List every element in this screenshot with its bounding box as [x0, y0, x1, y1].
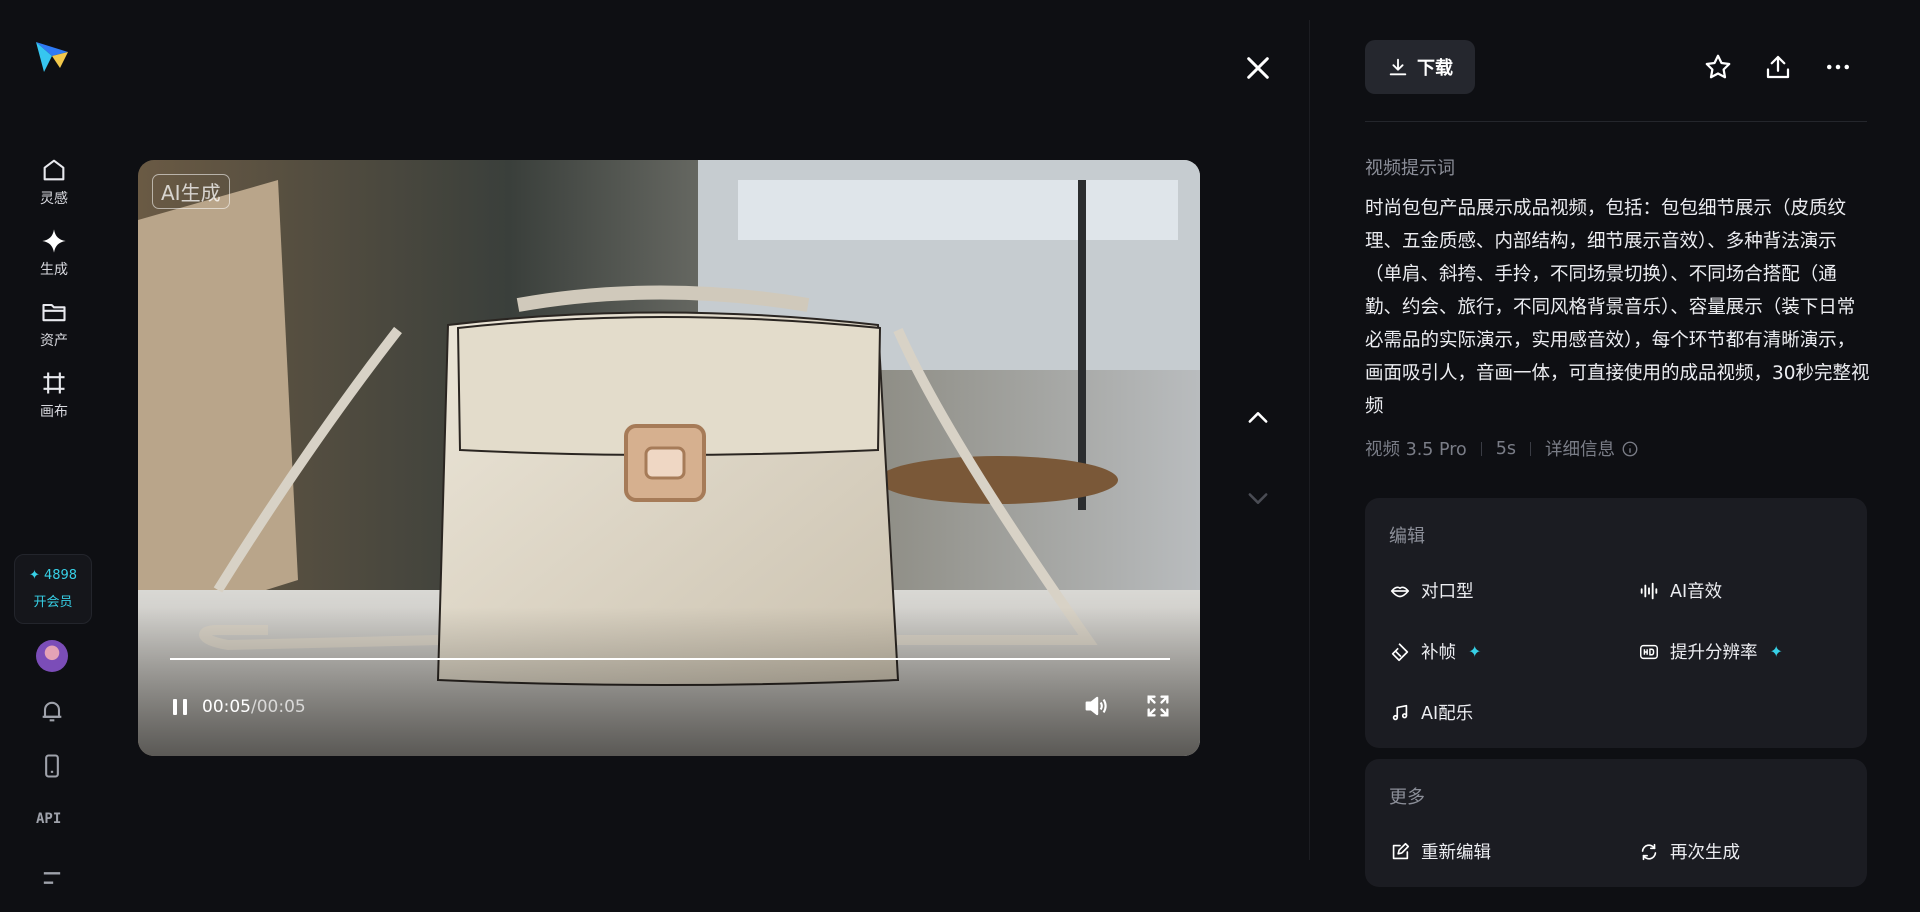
prompt-title: 视频提示词	[1365, 158, 1455, 179]
app-logo-icon[interactable]	[34, 38, 70, 74]
edit-icon	[1392, 842, 1410, 859]
playback-controls: 00:05 / 00:05	[168, 692, 306, 722]
sound-wave-icon	[1640, 582, 1658, 599]
download-button[interactable]: 下载	[1365, 40, 1475, 94]
option-label: 提升分辨率	[1670, 643, 1758, 663]
model-name: 视频 3.5 Pro	[1365, 440, 1467, 460]
ai-music-option[interactable]: AI配乐	[1389, 700, 1473, 725]
music-note-icon	[1392, 704, 1408, 720]
nav-item-canvas[interactable]: 画布	[23, 369, 85, 429]
mobile-device-icon[interactable]	[38, 752, 66, 780]
edit-card: 编辑 对口型 AI音效 补帧 ✦ 提升分辨率 ✦ AI配乐	[1365, 498, 1867, 748]
meta-separator	[1480, 441, 1482, 456]
panel-divider	[1309, 20, 1310, 860]
video-meta: 视频 3.5 Pro 5s 详细信息	[1365, 436, 1639, 461]
video-player[interactable]: AI生成 00:05 / 00:05	[138, 160, 1200, 756]
star-icon[interactable]	[1703, 52, 1733, 82]
regenerate-icon	[1641, 843, 1657, 860]
ai-generated-badge: AI生成	[152, 174, 230, 209]
credits-count: ✦ 4898	[28, 568, 78, 583]
video-duration: 5s	[1495, 438, 1516, 459]
folder-icon	[42, 303, 66, 322]
canvas-icon	[43, 372, 65, 394]
option-label: 补帧	[1421, 643, 1456, 663]
nav-item-label: 资产	[40, 333, 68, 349]
option-label: 再次生成	[1670, 843, 1740, 863]
nav-item-label: 灵感	[40, 191, 68, 207]
share-icon[interactable]	[1763, 52, 1793, 82]
frame-interpolation-option[interactable]: 补帧 ✦	[1389, 639, 1481, 664]
hd-icon	[1640, 644, 1658, 659]
download-label: 下载	[1417, 58, 1453, 79]
ai-sound-effect-option[interactable]: AI音效	[1638, 578, 1722, 603]
video-frame-image	[138, 160, 1200, 756]
progress-fill	[170, 658, 1170, 660]
left-sidebar: 灵感 生成 资产 画布 ✦ 4898 开会员 API	[0, 0, 106, 912]
details-link[interactable]: 详细信息	[1545, 436, 1615, 461]
download-icon	[1389, 58, 1407, 76]
option-label: AI音效	[1670, 582, 1723, 602]
fullscreen-icon[interactable]	[1144, 692, 1172, 720]
vip-link[interactable]: 开会员	[33, 591, 72, 610]
option-label: 重新编辑	[1421, 843, 1491, 863]
avatar[interactable]	[36, 640, 68, 672]
re-edit-option[interactable]: 重新编辑	[1389, 839, 1491, 864]
prompt-text: 时尚包包产品展示成品视频，包括：包包细节展示（皮质纹理、五金质感、内部结构，细节…	[1365, 198, 1870, 417]
nav-item-inspiration[interactable]: 灵感	[23, 156, 85, 216]
chevron-up-icon[interactable]	[1244, 404, 1272, 432]
header-divider	[1365, 121, 1867, 122]
current-time: 00:05	[202, 697, 251, 717]
lip-sync-option[interactable]: 对口型	[1389, 578, 1474, 603]
premium-sparkle-icon: ✦	[1769, 642, 1783, 661]
lips-icon	[1390, 586, 1410, 597]
nav-item-label: 生成	[40, 262, 68, 278]
more-card-title: 更多	[1389, 787, 1425, 808]
chevron-down-icon[interactable]	[1244, 484, 1272, 512]
api-link[interactable]: API	[36, 811, 61, 827]
regenerate-option[interactable]: 再次生成	[1638, 839, 1740, 864]
sparkle-icon	[42, 229, 66, 253]
credits-card[interactable]: ✦ 4898 开会员	[14, 554, 92, 624]
home-icon	[43, 159, 65, 181]
nav-item-assets[interactable]: 资产	[23, 298, 85, 358]
edit-card-title: 编辑	[1389, 526, 1425, 547]
option-label: 对口型	[1421, 582, 1474, 602]
progress-bar[interactable]	[170, 658, 1170, 660]
bell-icon[interactable]	[38, 697, 66, 725]
volume-icon[interactable]	[1082, 692, 1110, 720]
premium-sparkle-icon: ✦	[1468, 642, 1482, 661]
pause-icon[interactable]	[168, 695, 192, 719]
nav-item-label: 画布	[40, 404, 68, 420]
close-icon[interactable]	[1242, 52, 1274, 84]
menu-icon[interactable]	[38, 864, 66, 892]
nav-item-generate[interactable]: 生成	[23, 227, 85, 287]
meta-separator	[1529, 441, 1531, 456]
upscale-resolution-option[interactable]: 提升分辨率 ✦	[1638, 639, 1783, 664]
total-time: 00:05	[256, 697, 306, 717]
more-card: 更多 重新编辑 再次生成	[1365, 759, 1867, 887]
option-label: AI配乐	[1421, 704, 1474, 724]
info-icon[interactable]	[1621, 440, 1639, 458]
more-icon[interactable]	[1823, 52, 1853, 82]
diamond-frames-icon	[1391, 642, 1409, 661]
